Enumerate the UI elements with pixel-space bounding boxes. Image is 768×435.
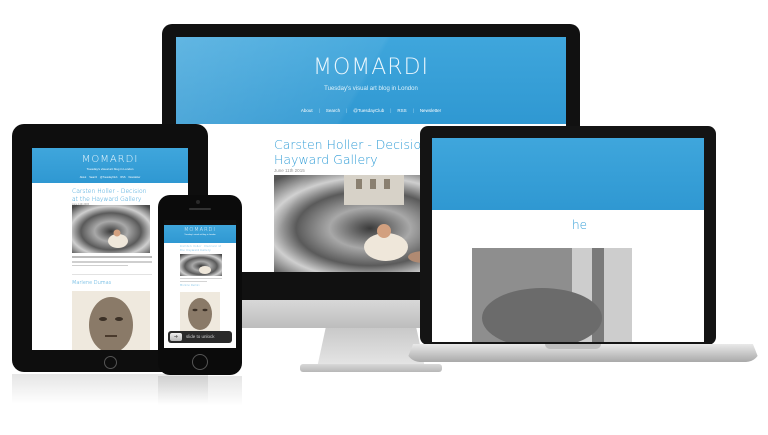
post-excerpt <box>180 278 222 283</box>
site-tagline: Tuesday's visual art blog in London <box>86 167 134 171</box>
post-header: Carsten Holler - Decision at the Hayward… <box>72 188 152 206</box>
post-title[interactable]: Marlene Dumas <box>180 284 200 287</box>
nav-newsletter-link[interactable]: Newsletter <box>420 108 441 113</box>
laptop-screen: he <box>432 138 704 342</box>
site-title[interactable]: MOMARDI <box>32 154 188 165</box>
site-header: MOMARDI Tuesday's visual art blog in Lon… <box>176 37 566 124</box>
post-image-slide[interactable] <box>180 254 222 276</box>
post-header: Marlene Dumas <box>180 284 200 287</box>
post-image-portrait[interactable] <box>180 292 220 332</box>
site-nav: About | Search | @TuesdayClub | RSS | Newsle… <box>300 108 442 113</box>
post-image-slide[interactable] <box>472 248 632 342</box>
image-caption <box>72 256 152 258</box>
home-button[interactable] <box>104 356 117 369</box>
post-title[interactable]: Carsten Holler - Decision at the Hayward… <box>180 244 226 252</box>
site-header <box>432 138 704 210</box>
site-header: MOMARDI Tuesday's visual art blog in Lon… <box>164 225 236 243</box>
nav-tuesdayclub-link[interactable]: @TuesdayClub <box>100 176 117 179</box>
nav-search-link[interactable]: Search <box>326 108 340 113</box>
camera-icon <box>196 200 200 204</box>
nav-about-link[interactable]: About <box>80 176 87 179</box>
arrow-right-icon[interactable]: ➜ <box>170 333 182 341</box>
laptop-notch <box>545 344 601 349</box>
phone-reflection <box>158 376 242 406</box>
phone-screen: MOMARDI Tuesday's visual art blog in Lon… <box>164 220 236 348</box>
post-excerpt <box>72 261 152 268</box>
post-title-fragment[interactable]: he <box>572 218 587 232</box>
nav-search-link[interactable]: Search <box>89 176 97 179</box>
post-image-slide[interactable] <box>72 205 150 253</box>
post-title[interactable]: Carsten Holler - Decision at the Hayward… <box>72 188 152 203</box>
site-title[interactable]: MOMARDI <box>176 55 566 80</box>
site-tagline: Tuesday's visual art blog in London <box>324 86 418 92</box>
imac-base <box>300 364 442 372</box>
home-button[interactable] <box>192 354 208 370</box>
site-title[interactable]: MOMARDI <box>164 227 236 233</box>
post-header: Carsten Holler - Decision at the Hayward… <box>180 244 226 252</box>
post-divider <box>72 274 152 275</box>
imac-stand <box>317 328 425 368</box>
unlock-slider-label: slide to unlock <box>186 334 215 339</box>
site-header: MOMARDI Tuesday's visual art blog in Lon… <box>32 148 188 183</box>
site-tagline: Tuesday's visual art blog in London <box>184 234 216 236</box>
site-nav: About Search @TuesdayClub RSS Newsletter <box>32 176 188 179</box>
speaker-grille <box>189 208 211 210</box>
post-image-portrait[interactable] <box>72 291 150 350</box>
nav-tuesdayclub-link[interactable]: @TuesdayClub <box>353 108 384 113</box>
nav-about-link[interactable]: About <box>301 108 313 113</box>
post-header: he <box>572 218 587 232</box>
nav-rss-link[interactable]: RSS <box>120 176 125 179</box>
nav-rss-link[interactable]: RSS <box>397 108 406 113</box>
post-header: Marlene Dumas <box>72 280 111 286</box>
nav-newsletter-link[interactable]: Newsletter <box>128 176 140 179</box>
post-title[interactable]: Marlene Dumas <box>72 280 111 286</box>
